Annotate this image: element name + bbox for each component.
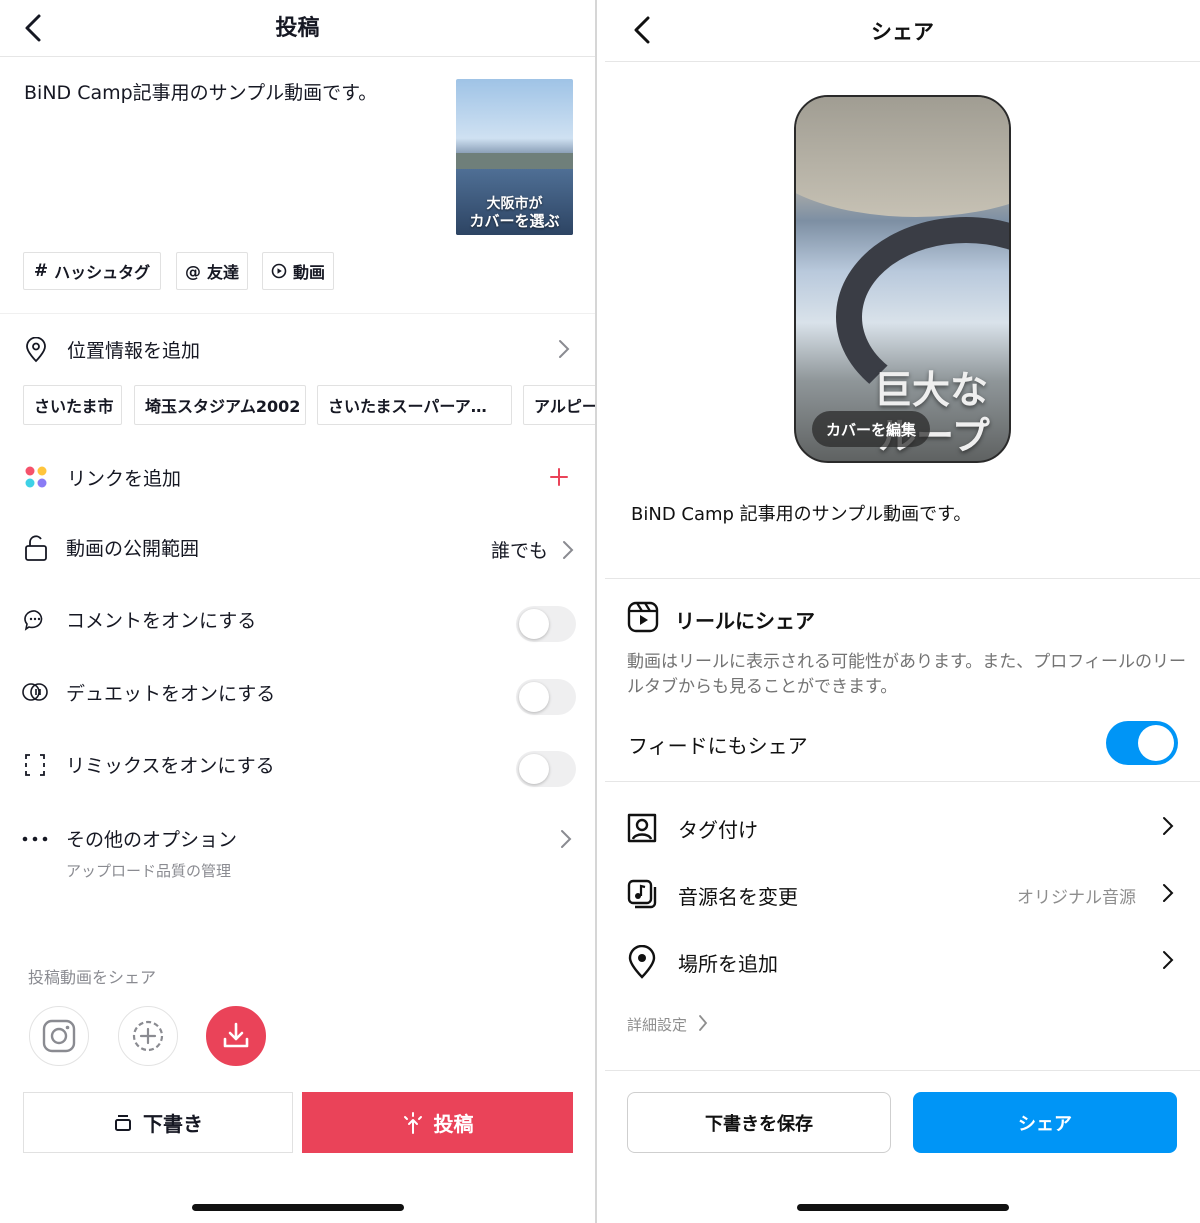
hashtag-chip[interactable]: # ハッシュタグ xyxy=(23,252,161,290)
share-section-label: 投稿動画をシェア xyxy=(28,968,157,987)
play-circle-icon xyxy=(271,263,287,279)
tag-person-icon xyxy=(626,812,658,844)
page-title: 投稿 xyxy=(275,16,320,41)
comment-icon xyxy=(23,608,47,632)
music-note-icon xyxy=(626,878,658,910)
at-icon: @ xyxy=(184,261,201,281)
download-button[interactable] xyxy=(206,1006,266,1066)
remix-toggle[interactable] xyxy=(516,751,576,787)
draft-label: 下書き xyxy=(143,1112,203,1136)
feed-share-label: フィードにもシェア xyxy=(628,734,808,758)
section-divider xyxy=(605,578,1200,579)
chevron-right-icon[interactable] xyxy=(1161,882,1175,904)
add-place-label[interactable]: 場所を追加 xyxy=(678,948,778,977)
chevron-right-icon[interactable] xyxy=(561,539,575,561)
video-label: 動画 xyxy=(292,263,325,282)
duet-icon xyxy=(21,680,49,704)
header-divider xyxy=(605,61,1200,62)
tag-people-label[interactable]: タグ付け xyxy=(678,814,758,843)
add-location-label[interactable]: 位置情報を追加 xyxy=(67,336,200,363)
section-divider xyxy=(0,313,595,314)
page-title: シェア xyxy=(871,20,934,44)
location-suggestion[interactable]: 埼玉スタジアム2002 xyxy=(134,385,306,425)
location-pin-icon xyxy=(24,337,48,363)
visibility-value[interactable]: 誰でも xyxy=(491,536,548,563)
hashtag-label: ハッシュタグ xyxy=(54,263,151,282)
location-suggestion[interactable]: アルピー xyxy=(523,385,595,425)
section-divider xyxy=(605,1070,1200,1071)
location-pin-icon xyxy=(627,945,657,979)
share-screen: シェア 巨大な ループ橋！ カバーを編集 BiND Camp 記事用のサンプル動… xyxy=(605,0,1200,1223)
comments-toggle[interactable] xyxy=(516,606,576,642)
location-suggestion[interactable]: さいたまスーパーア… xyxy=(317,385,512,425)
video-chip[interactable]: 動画 xyxy=(262,252,334,290)
post-screen: 投稿 BiND Camp記事用のサンプル動画です。 大阪市が カバーを選ぶ # … xyxy=(0,0,595,1223)
save-draft-button[interactable]: 下書きを保存 xyxy=(627,1092,891,1153)
chevron-right-icon[interactable] xyxy=(1161,949,1175,971)
more-dots-icon xyxy=(22,836,48,842)
chevron-right-icon[interactable] xyxy=(1161,815,1175,837)
chevron-right-icon[interactable] xyxy=(559,828,573,850)
chevron-right-icon[interactable] xyxy=(697,1014,709,1032)
edit-cover-button[interactable]: カバーを編集 xyxy=(812,411,931,447)
add-story-icon xyxy=(132,1020,164,1052)
reels-icon xyxy=(627,601,659,633)
hash-icon: # xyxy=(33,261,49,281)
duet-label: デュエットをオンにする xyxy=(66,683,276,705)
audio-name-value[interactable]: オリジナル音源 xyxy=(1017,883,1136,908)
header-divider xyxy=(0,56,595,57)
home-indicator xyxy=(797,1204,1009,1211)
chevron-right-icon[interactable] xyxy=(557,338,571,360)
share-button[interactable]: シェア xyxy=(913,1092,1177,1153)
section-divider xyxy=(605,781,1200,782)
colorful-dots-icon xyxy=(24,465,48,489)
instagram-share-button[interactable] xyxy=(29,1006,89,1066)
post-label: 投稿 xyxy=(433,1112,474,1136)
instagram-icon xyxy=(42,1019,76,1053)
more-options-subtitle: アップロード品質の管理 xyxy=(66,862,232,880)
cover-thumbnail[interactable]: 大阪市が カバーを選ぶ xyxy=(456,79,573,235)
visibility-label[interactable]: 動画の公開範囲 xyxy=(66,534,199,561)
location-suggestion[interactable]: さいたま市 xyxy=(23,385,122,425)
advanced-settings-link[interactable]: 詳細設定 xyxy=(627,1014,687,1035)
rename-audio-label[interactable]: 音源名を変更 xyxy=(678,881,798,910)
story-add-button[interactable] xyxy=(118,1006,178,1066)
plus-icon[interactable] xyxy=(549,467,569,487)
remix-frame-icon xyxy=(24,752,46,778)
reel-cover-preview[interactable]: 巨大な ループ橋！ カバーを編集 xyxy=(794,95,1011,463)
sparkle-arrow-icon xyxy=(403,1111,422,1134)
caption-text[interactable]: BiND Camp 記事用のサンプル動画です。 xyxy=(631,500,971,526)
home-indicator xyxy=(192,1204,404,1211)
draft-button[interactable]: 下書き xyxy=(23,1092,293,1153)
download-icon xyxy=(223,1022,249,1048)
comments-label: コメントをオンにする xyxy=(66,610,257,632)
post-button[interactable]: 投稿 xyxy=(302,1092,573,1153)
remix-label: リミックスをオンにする xyxy=(66,755,275,777)
panel-divider xyxy=(595,0,605,1223)
caption-text[interactable]: BiND Camp記事用のサンプル動画です。 xyxy=(24,78,377,105)
more-options-label[interactable]: その他のオプション xyxy=(66,825,237,852)
add-link-label[interactable]: リンクを追加 xyxy=(67,464,181,491)
duet-toggle[interactable] xyxy=(516,679,576,715)
unlock-icon xyxy=(24,534,48,562)
mention-friends-chip[interactable]: @ 友達 xyxy=(176,252,248,290)
draft-box-icon xyxy=(115,1114,131,1131)
friends-label: 友達 xyxy=(206,263,239,282)
reels-description: 動画はリールに表示される可能性があります。また、プロフィールのリールタブからも見… xyxy=(627,652,1186,697)
choose-cover-label[interactable]: カバーを選ぶ xyxy=(456,210,573,231)
feed-share-toggle[interactable] xyxy=(1106,721,1178,765)
reels-share-title: リールにシェア xyxy=(675,609,815,633)
